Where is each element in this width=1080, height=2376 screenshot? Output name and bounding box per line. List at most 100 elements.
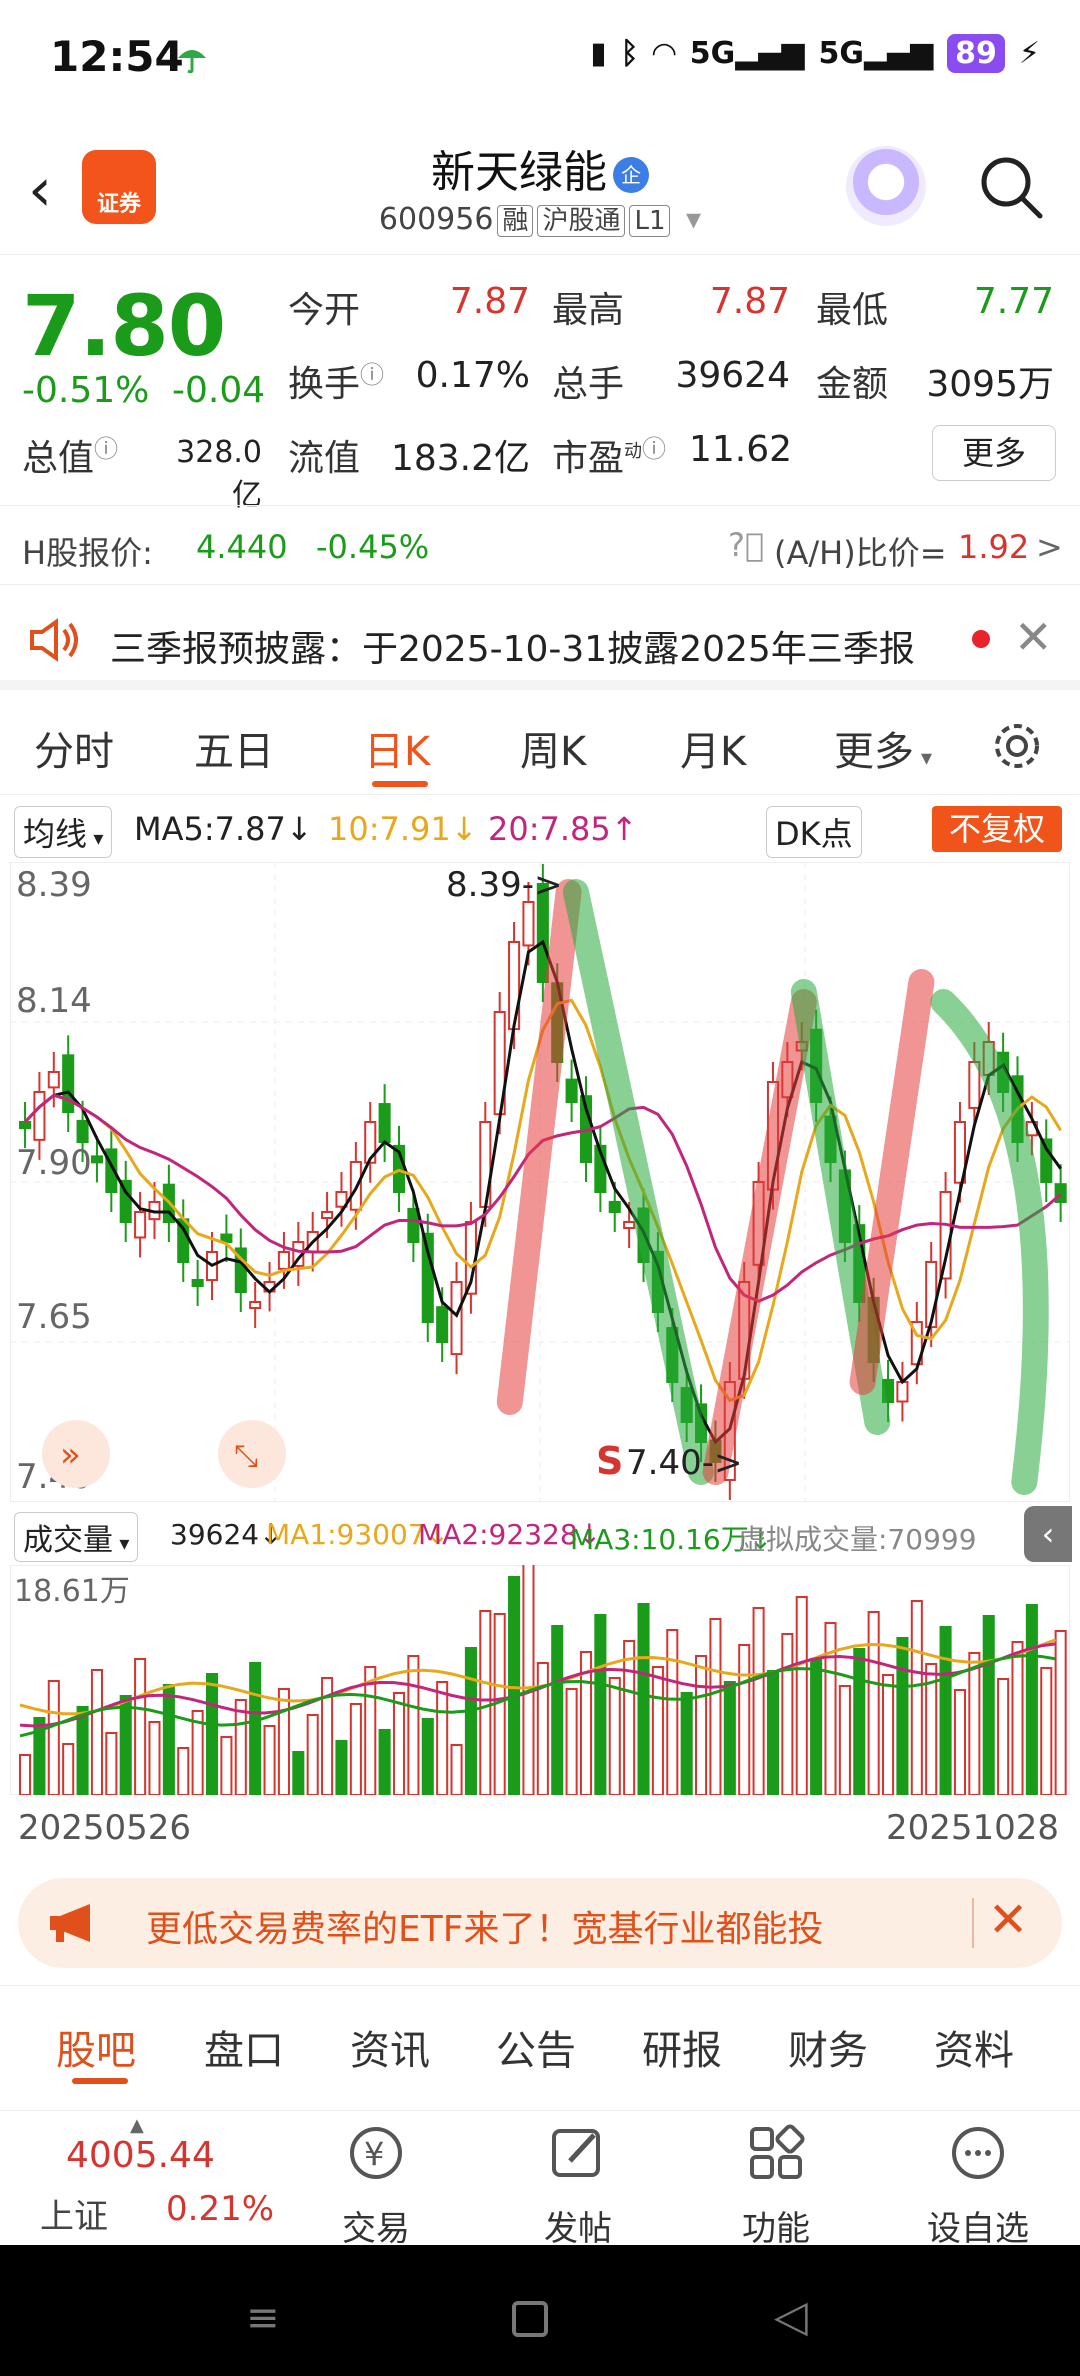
ma20-value: 20:7.85↑ (488, 810, 638, 848)
float-value: 183.2亿 (390, 438, 530, 479)
pe-label: 市盈动ⓘ (552, 435, 667, 479)
no-adjust-button[interactable]: 不复权 (932, 806, 1062, 852)
float-label: 流值 (288, 438, 361, 479)
megaphone-icon (50, 1904, 90, 1942)
h-share-pct: -0.45% (316, 528, 430, 566)
tab-monthly-k[interactable]: 月K (680, 719, 746, 777)
bottom-toolbar: 4005.44 ▲ 上证 0.21% ¥ 交易 发帖 功能 设自选 (0, 2110, 1080, 2249)
post-button[interactable]: 发帖 (508, 2201, 648, 2250)
change-percent: -0.51% (22, 370, 150, 411)
close-icon[interactable]: ✕ (1014, 610, 1053, 664)
indicator-selector[interactable]: 均线 ▾ (14, 806, 113, 858)
dk-point-button[interactable]: DK点 (766, 806, 862, 858)
tab-intraday[interactable]: 分时 (34, 719, 114, 777)
axis-label-2: 8.14 (16, 981, 92, 1021)
speaker-icon (30, 618, 78, 662)
status-bar: 12:54 ▮ ᛒ ◠ 5G▂▄▆ 5G▂▄▆ 89 ⚡ (0, 0, 1080, 120)
search-icon[interactable] (974, 150, 1046, 222)
volume-chart[interactable]: 18.61万 (10, 1565, 1070, 1795)
tab-announcements[interactable]: 公告 (496, 2018, 576, 2076)
high-value: 7.87 (709, 281, 790, 322)
info-icon: ⓘ (360, 361, 385, 389)
stock-name: 新天绿能 (431, 147, 607, 198)
tab-orderbook[interactable]: 盘口 (204, 2018, 284, 2076)
axis-label-4: 7.65 (16, 1297, 92, 1337)
mcap-label: 总值ⓘ (22, 435, 119, 479)
add-watchlist-button[interactable]: 设自选 (908, 2201, 1048, 2250)
open-label: 今开 (288, 290, 361, 331)
ah-arrow-icon: > (1036, 528, 1063, 566)
enterprise-badge-icon: 企 (613, 157, 649, 193)
tab-daily-k[interactable]: 日K (364, 719, 430, 777)
trade-yen-icon[interactable]: ¥ (344, 2121, 408, 2185)
axis-label-top: 8.39 (16, 865, 92, 905)
turnover-label: 换手ⓘ (288, 361, 385, 405)
more-quote-button[interactable]: 更多 (932, 425, 1056, 481)
help-icon[interactable]: ?⃝ (728, 526, 764, 564)
mcap-value: 328.0亿 (176, 435, 262, 513)
change-amount: -0.04 (172, 370, 266, 411)
settings-gear-icon[interactable] (990, 719, 1044, 773)
index-name: 上证 (40, 2197, 108, 2237)
index-pct: 0.21% (166, 2189, 275, 2229)
tab-news[interactable]: 资讯 (350, 2018, 430, 2076)
index-value[interactable]: 4005.44 (66, 2135, 215, 2176)
charging-icon: ⚡ (1018, 36, 1040, 71)
info-icon: ⓘ (642, 435, 667, 463)
more-dots-icon[interactable] (946, 2121, 1010, 2185)
info-icon: ⓘ (94, 435, 119, 463)
dropdown-icon: ▾ (686, 202, 702, 237)
tab-more[interactable]: 更多 ▾ (834, 719, 932, 777)
h-share-row[interactable]: H股报价: 4.440 -0.45% ?⃝ (A/H)比价= 1.92 > (0, 505, 1080, 585)
low-label: 最低 (816, 290, 889, 331)
virtual-volume: 虚拟成交量:70999 (738, 1523, 977, 1556)
tab-profile[interactable]: 资料 (934, 2018, 1014, 2076)
volume-selector[interactable]: 成交量 ▾ (14, 1512, 139, 1562)
etf-ad-banner[interactable]: 更低交易费率的ETF来了！宽基行业都能投 ✕ (18, 1878, 1062, 1968)
low-marker: 7.40-> (626, 1443, 742, 1483)
clock: 12:54 (50, 32, 184, 81)
volume-value: 39624 (675, 355, 790, 396)
tab-research[interactable]: 研报 (642, 2018, 722, 2076)
start-date: 20250526 (18, 1808, 192, 1848)
kline-chart[interactable]: 8.39 8.14 7.90 7.65 7.40 8.39-> S 7.40->… (10, 862, 1070, 1502)
ma5-value: MA5:7.87↓ (134, 810, 313, 848)
ma10-value: 10:7.91↓ (328, 810, 478, 848)
tab-forum[interactable]: 股吧 (56, 2018, 136, 2076)
tag-connect: 沪股通 (537, 205, 626, 237)
battery-icon: 89 (947, 34, 1005, 73)
volume-bars (19, 1565, 1067, 1795)
assistant-robot-icon[interactable] (846, 146, 926, 226)
home-nav-icon[interactable] (512, 2301, 548, 2337)
sell-marker: S (596, 1439, 623, 1483)
amount-label: 金额 (816, 364, 889, 405)
index-up-icon: ▲ (130, 2115, 144, 2136)
quote-panel: 7.80 -0.51% -0.04 今开 7.87 最高 7.87 最低 7.7… (0, 255, 1080, 513)
content-tabs: 股吧 盘口 资讯 公告 研报 财务 资料 (0, 1985, 1080, 2095)
amount-value: 3095万 (926, 364, 1054, 405)
notice-text: 三季报预披露：于2025-10-31披露2025年三季报 (110, 629, 915, 670)
low-value: 7.77 (973, 281, 1054, 322)
turnover-value: 0.17% (415, 355, 530, 396)
notice-banner[interactable]: 三季报预披露：于2025-10-31披露2025年三季报 ✕ (0, 590, 1080, 690)
pe-value: 11.62 (688, 429, 792, 470)
high-marker: 8.39-> (446, 865, 562, 905)
svg-text:»: » (60, 1435, 81, 1475)
close-ad-icon[interactable]: ✕ (988, 1892, 1028, 1948)
trade-button[interactable]: 交易 (306, 2201, 446, 2250)
tab-five-day[interactable]: 五日 (194, 719, 274, 777)
active-subtab-indicator (72, 2078, 128, 2084)
collapse-arrow-icon[interactable]: ‹ (1024, 1506, 1072, 1562)
tab-finance[interactable]: 财务 (788, 2018, 868, 2076)
ah-ratio-value: 1.92 (958, 528, 1030, 566)
signal-icon-2: 5G▂▄▆ (818, 36, 934, 71)
function-button[interactable]: 功能 (706, 2201, 846, 2250)
bluetooth-icon: ᛒ (620, 36, 639, 71)
tab-weekly-k[interactable]: 周K (520, 719, 586, 777)
function-grid-icon[interactable] (744, 2121, 808, 2185)
signal-icon-1: 5G▂▄▆ (689, 36, 805, 71)
back-nav-icon[interactable]: ◁ (774, 2291, 808, 2342)
last-price: 7.80 (22, 277, 226, 375)
edit-post-icon[interactable] (546, 2121, 610, 2185)
menu-nav-icon[interactable]: ≡ (246, 2295, 280, 2341)
